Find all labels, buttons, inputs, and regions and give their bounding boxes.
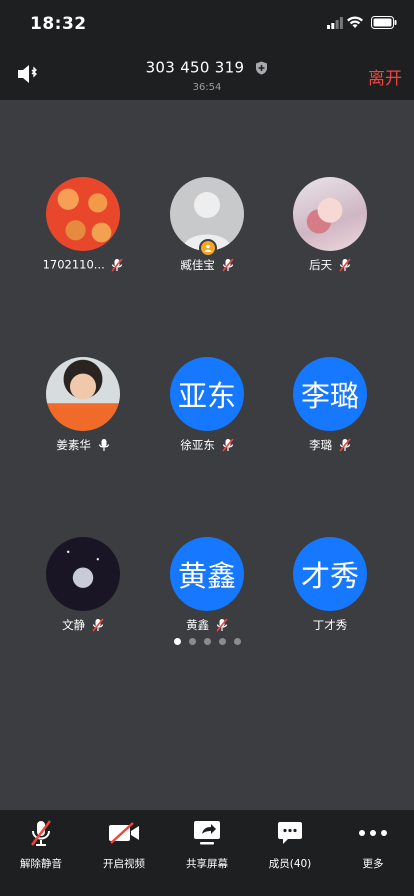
page-dot[interactable]	[188, 638, 196, 645]
page-dot[interactable]	[233, 638, 241, 645]
avatar	[293, 177, 367, 251]
avatar	[46, 177, 120, 251]
page-dot[interactable]	[173, 638, 181, 645]
mic-muted-icon	[111, 257, 124, 272]
more-label: 更多	[362, 858, 384, 870]
video-off-icon	[109, 822, 139, 844]
share-screen-icon	[194, 821, 220, 845]
start-video-button[interactable]: 开启视频	[83, 818, 165, 871]
status-bar: 18:32	[0, 0, 414, 48]
participant-tile[interactable]: 1702110...	[23, 177, 143, 307]
participant-tile[interactable]: 亚东 徐亚东	[147, 357, 267, 487]
more-dots-icon	[359, 830, 387, 836]
meeting-id-text: 303 450 319	[145, 58, 245, 77]
cellular-signal-icon	[327, 17, 343, 29]
mic-muted-icon	[221, 258, 234, 272]
avatar	[46, 537, 120, 611]
leave-button[interactable]: 离开	[368, 64, 402, 89]
participant-tile[interactable]: 姜素华	[23, 357, 143, 487]
battery-icon	[371, 16, 397, 29]
members-button[interactable]: 成员(40)	[249, 818, 331, 871]
shield-icon	[256, 61, 268, 74]
mic-on-icon	[98, 439, 109, 451]
meeting-header: 303 450 319 36:54 离开	[0, 48, 414, 100]
chat-bubble-icon	[278, 822, 302, 844]
wifi-icon	[347, 16, 363, 28]
share-screen-button[interactable]: 共享屏幕	[166, 818, 248, 871]
bottom-toolbar: 解除静音 开启视频 共享屏幕 成员(40) 更多	[0, 810, 414, 896]
avatar: 亚东	[170, 357, 244, 431]
participant-name: 臧佳宝	[180, 258, 215, 272]
avatar: 李璐	[293, 357, 367, 431]
participant-name: 1702110...	[42, 257, 105, 272]
avatar: 才秀	[293, 537, 367, 611]
mic-muted-icon	[31, 820, 51, 846]
participant-tile[interactable]: 后天	[270, 177, 390, 307]
members-label: 成员(40)	[268, 858, 312, 870]
participant-name: 徐亚东	[180, 438, 215, 452]
meeting-duration: 36:54	[192, 82, 222, 93]
host-badge	[199, 239, 217, 257]
mic-muted-icon	[339, 258, 351, 272]
more-button[interactable]: 更多	[332, 818, 414, 871]
meeting-id[interactable]: 303 450 319	[0, 58, 414, 77]
participant-name: 李璐	[309, 438, 333, 452]
mic-muted-icon	[339, 438, 351, 452]
participant-name: 后天	[309, 258, 333, 272]
avatar	[46, 357, 120, 431]
page-dot[interactable]	[203, 638, 211, 645]
page-indicator[interactable]	[0, 630, 414, 649]
mic-muted-icon	[221, 438, 234, 452]
avatar: 黄鑫	[170, 537, 244, 611]
unmute-label: 解除静音	[20, 858, 62, 870]
participant-tile[interactable]: 李璐 李璐	[270, 357, 390, 487]
share-label: 共享屏幕	[186, 858, 228, 870]
status-time: 18:32	[30, 14, 87, 34]
participant-name: 姜素华	[56, 438, 91, 452]
video-label: 开启视频	[103, 858, 145, 870]
unmute-button[interactable]: 解除静音	[0, 818, 82, 871]
page-dot[interactable]	[218, 638, 226, 645]
participant-tile[interactable]: 臧佳宝	[147, 177, 267, 307]
user-icon	[204, 244, 212, 252]
